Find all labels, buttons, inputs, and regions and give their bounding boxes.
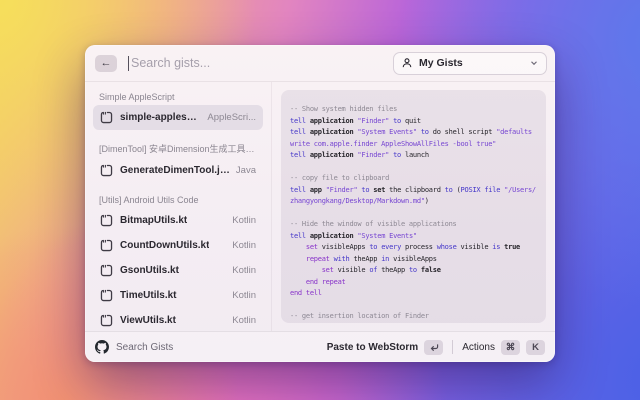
scope-dropdown[interactable]: My Gists [393, 52, 547, 75]
code-line: end tell [290, 288, 537, 300]
code-line: set visibleApps to every process whose v… [290, 242, 537, 254]
gist-list-item[interactable]: CountDownUtils.kt Kotlin [93, 233, 263, 258]
gist-filename: simple-applescript.a... [120, 112, 201, 123]
gist-language-badge: Kotlin [226, 240, 256, 251]
gist-language-badge: Java [230, 165, 256, 176]
gist-language-badge: Kotlin [226, 265, 256, 276]
section-header: [DimenTool] 安卓Dimension生成工具 #Java [99, 142, 257, 155]
primary-action-label: Paste to WebStorm [327, 342, 419, 353]
gist-language-badge: Kotlin [226, 290, 256, 301]
gist-list-item[interactable]: TimeUtils.kt Kotlin [93, 283, 263, 308]
code-line: tell application "Finder" [290, 323, 537, 324]
back-button[interactable]: ← [95, 55, 117, 72]
gist-icon [100, 314, 113, 327]
code-line [290, 208, 537, 220]
footer-divider [452, 340, 453, 354]
code-line: end repeat [290, 277, 537, 289]
code-line: tell app "Finder" to set the clipboard t… [290, 185, 537, 197]
code-line: write com.apple.finder AppleShowAllFiles… [290, 139, 537, 151]
code-line: -- copy file to clipboard [290, 173, 537, 185]
code-preview-panel[interactable]: -- Show system hidden filestell applicat… [281, 90, 546, 323]
code-line: tell application "System Events" [290, 231, 537, 243]
code-line: tell application "Finder" to quit [290, 116, 537, 128]
gist-list-item[interactable]: ViewUtils.kt Kotlin [93, 308, 263, 331]
gist-filename: ViewUtils.kt [120, 315, 176, 326]
code-line: -- Show system hidden files [290, 104, 537, 116]
code-block: -- Show system hidden filestell applicat… [290, 104, 537, 323]
code-line: tell application "System Events" to do s… [290, 127, 537, 139]
gist-filename: TimeUtils.kt [120, 290, 177, 301]
actions-label: Actions [462, 342, 495, 353]
section-header: [Utils] Android Utils Code [99, 195, 257, 205]
gist-list-item[interactable]: simple-applescript.a...AppleScri... [93, 105, 263, 130]
search-header: ← My Gists [85, 45, 555, 82]
code-line [290, 162, 537, 174]
gist-list: Simple AppleScript simple-applescript.a..… [85, 82, 272, 331]
action-bar: Search Gists Paste to WebStorm Actions ⌘… [85, 331, 555, 362]
gist-icon [100, 214, 113, 227]
footer-actions: Paste to WebStorm Actions ⌘K [327, 340, 545, 355]
window-body: Simple AppleScript simple-applescript.a..… [85, 82, 555, 331]
code-line: set visible of theApp to false [290, 265, 537, 277]
actions-menu-button[interactable]: Actions ⌘K [462, 340, 545, 355]
gist-filename: CountDownUtils.kt [120, 240, 209, 251]
code-line: -- get insertion location of Finder [290, 311, 537, 323]
gist-icon [100, 164, 113, 177]
code-line: -- Hide the window of visible applicatio… [290, 219, 537, 231]
preview-pane: -- Show system hidden filestell applicat… [272, 82, 555, 331]
gist-language-badge: Kotlin [226, 215, 256, 226]
code-line [290, 300, 537, 312]
return-key-icon [424, 340, 443, 355]
gist-icon [100, 289, 113, 302]
search-input[interactable] [129, 56, 393, 70]
scope-label: My Gists [419, 57, 463, 69]
chevron-down-icon [529, 58, 539, 68]
gist-icon [100, 264, 113, 277]
extension-title: Search Gists [116, 342, 173, 353]
actions-shortcut-keys: ⌘K [495, 340, 545, 355]
gist-list-item[interactable]: BitmapUtils.kt Kotlin [93, 208, 263, 233]
code-line: zhangyongkang/Desktop/Markdown.md") [290, 196, 537, 208]
gist-filename: GenerateDimenTool.java [120, 165, 230, 176]
section-header: Simple AppleScript [99, 92, 257, 102]
gist-language-badge: AppleScri... [201, 112, 256, 123]
code-line: tell application "Finder" to launch [290, 150, 537, 162]
gist-list-item[interactable]: GenerateDimenTool.javaJava [93, 158, 263, 183]
gist-filename: GsonUtils.kt [120, 265, 179, 276]
key-badge: K [526, 340, 545, 355]
primary-action-button[interactable]: Paste to WebStorm [327, 340, 444, 355]
gist-icon [100, 111, 113, 124]
gist-language-badge: Kotlin [226, 315, 256, 326]
gist-filename: BitmapUtils.kt [120, 215, 187, 226]
code-line: repeat with theApp in visibleApps [290, 254, 537, 266]
github-icon [95, 340, 109, 354]
gist-icon [100, 239, 113, 252]
gist-list-item[interactable]: GsonUtils.kt Kotlin [93, 258, 263, 283]
arrow-left-icon: ← [101, 57, 112, 69]
launcher-window: ← My Gists Simple AppleScript simple-appl… [85, 45, 555, 362]
key-badge: ⌘ [501, 340, 520, 355]
person-icon [401, 57, 413, 69]
